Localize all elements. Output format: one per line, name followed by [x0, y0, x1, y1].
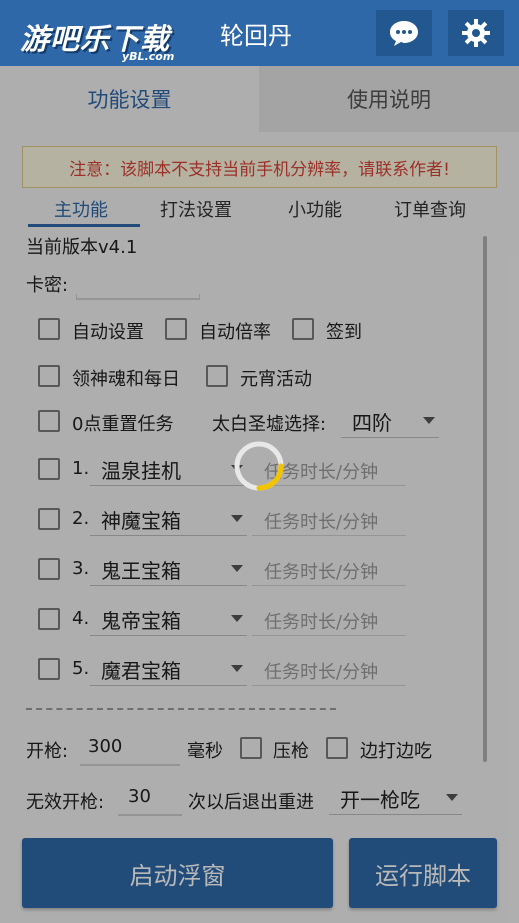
subtab-orders[interactable]: 订单查询: [394, 196, 466, 222]
task-select-value: 神魔宝箱: [101, 509, 181, 533]
auto-multiplier-label: 自动倍率: [199, 322, 271, 343]
task-number: 2.: [72, 508, 90, 529]
logo-subtext: yBL.com: [122, 50, 175, 63]
reset-tasks-label: 0点重置任务: [72, 414, 174, 435]
checkin-label: 签到: [326, 322, 362, 343]
dropdown-arrow-icon: [423, 417, 435, 424]
loading-spinner-icon: [234, 441, 284, 491]
logo: 游吧乐下载 yBL.com: [14, 14, 186, 64]
task-duration-input[interactable]: 任务时长/分钟: [252, 652, 406, 686]
task-duration-input[interactable]: 任务时长/分钟: [252, 502, 406, 536]
section-divider: [26, 708, 336, 710]
dropdown-arrow-icon: [231, 515, 243, 522]
task-select[interactable]: 神魔宝箱: [90, 502, 247, 536]
dropdown-arrow-icon: [231, 665, 243, 672]
card-key-label: 卡密:: [26, 275, 69, 296]
task-number: 3.: [72, 558, 90, 579]
tab-function-settings[interactable]: 功能设置: [0, 66, 259, 132]
subtab-main[interactable]: 主功能: [54, 196, 108, 222]
task-select[interactable]: 魔君宝箱: [90, 652, 247, 686]
main-tabbar: 功能设置 使用说明: [0, 66, 519, 132]
fire-unit-label: 毫秒: [187, 741, 223, 762]
task-checkbox[interactable]: [38, 558, 60, 580]
app-title: 轮回丹: [220, 22, 292, 50]
task-select-value: 魔君宝箱: [101, 659, 181, 683]
task-select-value: 鬼帝宝箱: [101, 609, 181, 633]
app-header: 游吧乐下载 yBL.com 轮回丹: [0, 0, 519, 66]
task-checkbox[interactable]: [38, 458, 60, 480]
fire-interval-input[interactable]: 300: [80, 730, 180, 766]
lantern-event-label: 元宵活动: [240, 369, 312, 390]
chat-bubble-icon: [390, 21, 418, 46]
task-checkbox[interactable]: [38, 508, 60, 530]
task-number: 1.: [72, 458, 90, 479]
task-checkbox[interactable]: [38, 658, 60, 680]
claim-daily-label: 领神魂和每日: [72, 369, 180, 390]
press-gun-checkbox[interactable]: [240, 737, 262, 759]
task-select[interactable]: 鬼帝宝箱: [90, 602, 247, 636]
settings-button[interactable]: [448, 10, 504, 56]
ruins-select-value: 四阶: [352, 411, 392, 435]
run-script-button[interactable]: 运行脚本: [349, 838, 497, 908]
task-select-value: 温泉挂机: [101, 459, 181, 483]
card-key-input[interactable]: [76, 268, 200, 300]
auto-settings-label: 自动设置: [72, 322, 144, 343]
after-invalid-action-select[interactable]: 开一枪吃: [329, 781, 462, 815]
subtab-indicator: [28, 224, 140, 227]
eat-while-fighting-checkbox[interactable]: [326, 737, 348, 759]
task-number: 4.: [72, 608, 90, 629]
tab-instructions[interactable]: 使用说明: [259, 66, 519, 132]
scrollbar[interactable]: [483, 236, 487, 762]
ruins-label: 太白圣墟选择:: [212, 414, 327, 435]
invalid-fire-label: 无效开枪:: [26, 792, 105, 813]
invalid-fire-input[interactable]: 30: [118, 780, 182, 816]
invalid-fire-suffix: 次以后退出重进: [188, 792, 314, 813]
task-select[interactable]: 温泉挂机: [90, 452, 247, 486]
chat-button[interactable]: [376, 10, 432, 56]
claim-daily-checkbox[interactable]: [38, 365, 60, 387]
dropdown-arrow-icon: [231, 615, 243, 622]
reset-tasks-checkbox[interactable]: [38, 410, 60, 432]
start-float-window-button[interactable]: 启动浮窗: [22, 838, 333, 908]
task-select-value: 鬼王宝箱: [101, 559, 181, 583]
auto-settings-checkbox[interactable]: [38, 318, 60, 340]
auto-multiplier-checkbox[interactable]: [165, 318, 187, 340]
task-duration-input[interactable]: 任务时长/分钟: [252, 552, 406, 586]
task-number: 5.: [72, 658, 90, 679]
gear-icon: [462, 19, 490, 47]
after-invalid-action-value: 开一枪吃: [340, 788, 420, 812]
subtab-small[interactable]: 小功能: [288, 196, 342, 222]
task-duration-input[interactable]: 任务时长/分钟: [252, 602, 406, 636]
lantern-event-checkbox[interactable]: [206, 365, 228, 387]
checkin-checkbox[interactable]: [292, 318, 314, 340]
dropdown-arrow-icon: [231, 565, 243, 572]
subtab-combat[interactable]: 打法设置: [160, 196, 232, 222]
resolution-notice: 注意：该脚本不支持当前手机分辨率，请联系作者!: [22, 146, 497, 188]
version-text: 当前版本v4.1: [26, 237, 138, 258]
fire-label: 开枪:: [26, 741, 69, 762]
ruins-select[interactable]: 四阶: [341, 404, 439, 438]
task-checkbox[interactable]: [38, 608, 60, 630]
dropdown-arrow-icon: [446, 794, 458, 801]
press-gun-label: 压枪: [273, 741, 309, 762]
task-select[interactable]: 鬼王宝箱: [90, 552, 247, 586]
eat-while-fighting-label: 边打边吃: [360, 741, 432, 762]
